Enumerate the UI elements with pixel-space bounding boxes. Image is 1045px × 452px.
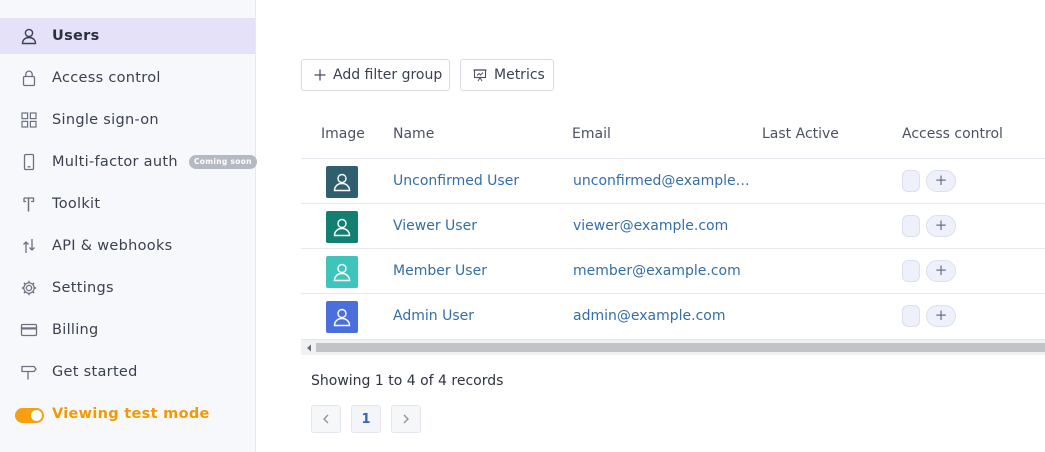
column-header-email[interactable]: Email bbox=[572, 126, 611, 142]
add-access-button[interactable]: + bbox=[926, 215, 956, 237]
sidebar-item-label: Billing bbox=[52, 322, 99, 338]
column-header-access-control[interactable]: Access control bbox=[902, 126, 1003, 142]
chevron-left-icon bbox=[323, 414, 329, 424]
add-access-button[interactable]: + bbox=[926, 170, 956, 192]
sidebar: Users Access control Single sign-on Mult… bbox=[0, 0, 257, 452]
grid-icon bbox=[20, 111, 38, 129]
toggle-knob bbox=[31, 410, 42, 421]
avatar bbox=[326, 211, 358, 243]
sidebar-item-label: Get started bbox=[52, 364, 138, 380]
previous-page-button[interactable] bbox=[311, 405, 341, 433]
sidebar-item-access-control[interactable]: Access control bbox=[0, 60, 255, 96]
user-name-link[interactable]: Unconfirmed User bbox=[393, 173, 519, 189]
sidebar-item-settings[interactable]: Settings bbox=[0, 270, 255, 306]
sidebar-item-billing[interactable]: Billing bbox=[0, 312, 255, 348]
access-role-pill[interactable] bbox=[902, 260, 920, 282]
plus-icon bbox=[314, 69, 326, 81]
metrics-label: Metrics bbox=[494, 67, 545, 83]
sidebar-item-toolkit[interactable]: Toolkit bbox=[0, 186, 255, 222]
column-header-last-active[interactable]: Last Active bbox=[762, 126, 839, 142]
table-row[interactable]: Viewer User viewer@example.com + bbox=[301, 203, 1045, 248]
table-row[interactable]: Member User member@example.com + bbox=[301, 248, 1045, 293]
test-mode-row: Viewing test mode bbox=[0, 397, 255, 433]
avatar bbox=[326, 166, 358, 198]
sidebar-item-label: Settings bbox=[52, 280, 114, 296]
user-avatar-icon bbox=[333, 218, 351, 237]
avatar bbox=[326, 256, 358, 288]
records-summary: Showing 1 to 4 of 4 records bbox=[311, 373, 504, 389]
table-row[interactable]: Admin User admin@example.com + bbox=[301, 293, 1045, 338]
sidebar-item-label: Multi-factor auth bbox=[52, 154, 178, 170]
add-access-button[interactable]: + bbox=[926, 260, 956, 282]
add-access-button[interactable]: + bbox=[926, 305, 956, 327]
hammer-icon bbox=[20, 195, 38, 213]
user-email-link[interactable]: member@example.com bbox=[573, 263, 753, 279]
sidebar-item-label: API & webhooks bbox=[52, 238, 173, 254]
avatar bbox=[326, 301, 358, 333]
sidebar-item-label: Access control bbox=[52, 70, 161, 86]
user-email-link[interactable]: unconfirmed@example.com bbox=[573, 173, 753, 189]
sidebar-item-label: Toolkit bbox=[52, 196, 101, 212]
sidebar-item-users[interactable]: Users bbox=[0, 18, 255, 54]
metrics-button[interactable]: Metrics bbox=[460, 59, 554, 91]
user-name-link[interactable]: Viewer User bbox=[393, 218, 477, 234]
sidebar-item-label: Single sign-on bbox=[52, 112, 159, 128]
sidebar-item-api-webhooks[interactable]: API & webhooks bbox=[0, 228, 255, 264]
scrollbar-thumb[interactable] bbox=[316, 343, 1045, 352]
user-avatar-icon bbox=[333, 308, 351, 327]
user-avatar-icon bbox=[333, 263, 351, 282]
page-number-button[interactable]: 1 bbox=[351, 405, 381, 433]
chevron-right-icon bbox=[403, 414, 409, 424]
scroll-left-arrow-icon[interactable] bbox=[304, 343, 313, 352]
sidebar-item-multi-factor-auth[interactable]: Multi-factor auth Coming soon bbox=[0, 144, 257, 180]
user-avatar-icon bbox=[333, 173, 351, 192]
phone-icon bbox=[20, 153, 38, 171]
next-page-button[interactable] bbox=[391, 405, 421, 433]
sidebar-item-label: Users bbox=[52, 28, 100, 44]
table-row[interactable]: Unconfirmed User unconfirmed@example.com… bbox=[301, 158, 1045, 203]
sidebar-item-get-started[interactable]: Get started bbox=[0, 354, 255, 390]
presentation-chart-icon bbox=[473, 68, 487, 82]
access-role-pill[interactable] bbox=[902, 305, 920, 327]
user-name-link[interactable]: Member User bbox=[393, 263, 487, 279]
signpost-icon bbox=[20, 363, 38, 381]
column-header-image[interactable]: Image bbox=[321, 126, 365, 142]
user-name-link[interactable]: Admin User bbox=[393, 308, 474, 324]
column-header-name[interactable]: Name bbox=[393, 126, 434, 142]
add-filter-group-label: Add filter group bbox=[333, 67, 443, 83]
credit-card-icon bbox=[20, 321, 38, 339]
lock-icon bbox=[20, 69, 38, 87]
coming-soon-badge: Coming soon bbox=[189, 155, 257, 169]
test-mode-toggle[interactable] bbox=[15, 408, 44, 423]
test-mode-label: Viewing test mode bbox=[52, 406, 210, 422]
access-role-pill[interactable] bbox=[902, 170, 920, 192]
user-icon bbox=[20, 27, 38, 45]
table-horizontal-scrollbar[interactable] bbox=[301, 339, 1045, 355]
add-filter-group-button[interactable]: Add filter group bbox=[301, 59, 450, 91]
user-email-link[interactable]: viewer@example.com bbox=[573, 218, 753, 234]
gear-icon bbox=[20, 279, 38, 297]
sidebar-item-single-sign-on[interactable]: Single sign-on bbox=[0, 102, 255, 138]
api-arrows-icon bbox=[20, 237, 38, 255]
user-email-link[interactable]: admin@example.com bbox=[573, 308, 753, 324]
access-role-pill[interactable] bbox=[902, 215, 920, 237]
